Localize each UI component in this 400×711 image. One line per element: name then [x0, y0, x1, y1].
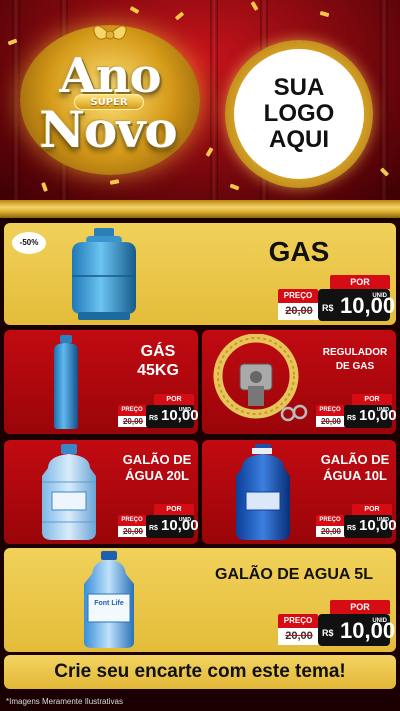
new-price: R$ 10,00 UNID [344, 515, 396, 538]
price-por-label: POR [330, 275, 390, 289]
old-price-value: 20,00 [285, 630, 313, 642]
logo-placeholder: SUA LOGO AQUI [225, 40, 373, 188]
currency-symbol: R$ [322, 628, 334, 638]
price-tag: POR PREÇO 20,00 R$ 10,00 UNID [278, 275, 395, 323]
product-card-agua-20l[interactable]: GALÃO DE ÁGUA 20L POR PREÇO 20,00 R$ 10,… [4, 440, 198, 544]
unit-label: UNID [372, 618, 387, 624]
price-preco-label: PREÇO [316, 515, 344, 526]
old-price-value: 20,00 [285, 305, 313, 317]
unit-label: UNID [178, 407, 191, 413]
price-tag: POR PREÇO 20,00 R$ 10,00 UNID [118, 394, 198, 428]
product-card-agua-10l[interactable]: GALÃO DE ÁGUA 10L POR PREÇO 20,00 R$ 10,… [202, 440, 396, 544]
product-title: GALÃO DE AGUA 5L [215, 566, 373, 583]
price-preco-label: PREÇO [118, 405, 146, 416]
price-por-label: POR [330, 600, 390, 614]
product-title-line1: GÁS [140, 343, 176, 360]
confetti [174, 11, 185, 21]
unit-label: UNID [178, 517, 191, 523]
old-price: 20,00 [316, 416, 346, 427]
product-title: GÁS 45KG [122, 342, 194, 380]
currency-symbol: R$ [149, 415, 158, 422]
logo-text-line3: AQUI [269, 126, 329, 153]
product-title: REGULADOR DE GAS [316, 346, 394, 374]
header-banner: Ano SUPER Novo SUA LOGO AQUI [0, 0, 400, 200]
price-tag: POR PREÇO 20,00 R$ 10,00 UNID [278, 600, 395, 648]
price-preco-label: PREÇO [118, 515, 146, 526]
logo-text-line1: SUA [273, 74, 325, 101]
confetti [229, 183, 240, 191]
price-preco-label: PREÇO [316, 405, 344, 416]
price-tag: POR PREÇO 20,00 R$ 10,00 UNID [316, 394, 396, 428]
cta-banner[interactable]: Crie seu encarte com este tema! [4, 655, 396, 689]
unit-label: UNID [376, 517, 389, 523]
discount-badge: -50% [12, 232, 46, 254]
old-price-value: 20,00 [122, 527, 144, 536]
currency-symbol: R$ [347, 415, 356, 422]
confetti [129, 6, 140, 14]
product-title: GALÃO DE ÁGUA 10L [316, 452, 394, 484]
new-price: R$ 10,00 UNID [146, 515, 198, 538]
curtain-fold [210, 0, 218, 200]
old-price: 20,00 [278, 303, 320, 320]
title-novo: Novo [39, 100, 177, 159]
product-title-line1: REGULADOR [322, 347, 388, 358]
new-price: R$ 10,00 UNID [344, 405, 396, 428]
price-preco-label: PREÇO [278, 614, 318, 628]
product-title: GAS [268, 236, 330, 267]
price-por-label: POR [154, 394, 194, 405]
disclaimer-text: *Imagens Meramente Ilustrativas [6, 697, 123, 706]
currency-symbol: R$ [149, 525, 158, 532]
header-divider [0, 200, 400, 218]
confetti [41, 182, 48, 192]
price-preco-label: PREÇO [278, 289, 318, 303]
old-price: 20,00 [118, 416, 148, 427]
logo-text-line2: LOGO [263, 100, 335, 127]
new-price: R$ 10,00 UNID [146, 405, 198, 428]
price-por-label: POR [352, 504, 392, 515]
product-title: GALÃO DE ÁGUA 20L [118, 452, 196, 484]
product-title-line2: ÁGUA 20L [125, 468, 189, 483]
old-price-value: 20,00 [122, 417, 144, 426]
product-title-line2: 45KG [137, 362, 179, 379]
price-tag: POR PREÇO 20,00 R$ 10,00 UNID [118, 504, 198, 538]
old-price: 20,00 [316, 526, 346, 537]
bottle-brand-label: Font Life [94, 600, 124, 607]
product-card-agua-5l[interactable]: Font Life GALÃO DE AGUA 5L POR PREÇO 20,… [4, 548, 396, 652]
old-price: 20,00 [278, 628, 320, 645]
product-card-regulador[interactable]: REGULADOR DE GAS POR PREÇO 20,00 R$ 10,0… [202, 330, 396, 434]
price-tag: POR PREÇO 20,00 R$ 10,00 UNID [316, 504, 396, 538]
product-card-gas[interactable]: -50% GAS POR PREÇO 20,00 R$ 10,00 UNID [4, 223, 396, 325]
curtain-fold [12, 0, 20, 200]
gas-regulator-icon [213, 334, 308, 422]
old-price-value: 20,00 [320, 417, 342, 426]
new-price: R$ 10,00 UNID [318, 614, 395, 646]
confetti [250, 1, 259, 11]
gas-bottle-icon [54, 335, 78, 429]
water-jug-10l-icon [236, 444, 290, 540]
old-price-value: 20,00 [320, 527, 342, 536]
product-title-line2: ÁGUA 10L [323, 468, 387, 483]
gas-cylinder-icon [72, 228, 136, 320]
confetti [109, 179, 120, 185]
currency-symbol: R$ [322, 303, 334, 313]
product-title-line1: GALÃO DE [320, 452, 390, 467]
product-title-line2: DE GAS [335, 361, 375, 372]
product-title-line1: GALÃO DE [122, 452, 192, 467]
ribbon-bow-icon [93, 25, 127, 40]
unit-label: UNID [372, 293, 387, 299]
confetti [319, 10, 330, 18]
unit-label: UNID [376, 407, 389, 413]
product-card-gas-45kg[interactable]: GÁS 45KG POR PREÇO 20,00 R$ 10,00 UNID [4, 330, 198, 434]
old-price: 20,00 [118, 526, 148, 537]
new-price: R$ 10,00 UNID [318, 289, 395, 321]
price-por-label: POR [154, 504, 194, 515]
price-por-label: POR [352, 394, 392, 405]
currency-symbol: R$ [347, 525, 356, 532]
logo-placeholder-inner: SUA LOGO AQUI [234, 49, 364, 179]
water-jug-20l-icon [42, 444, 96, 540]
